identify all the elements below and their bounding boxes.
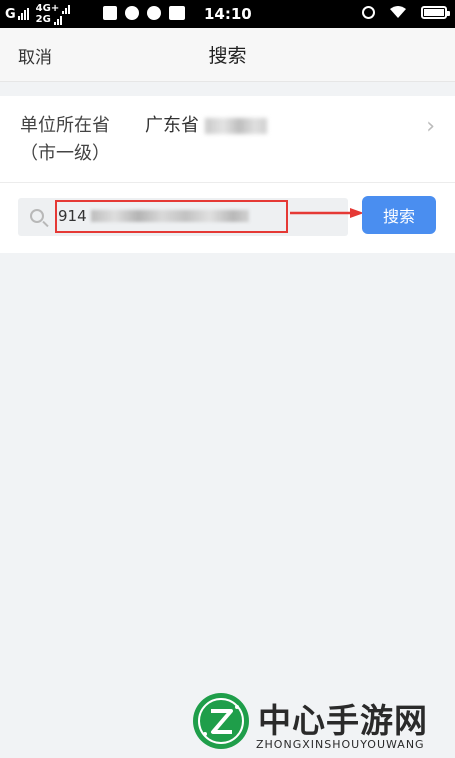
province-value: 广东省 — [145, 112, 267, 140]
wifi-icon — [390, 6, 406, 18]
status-bar: G 4G+ 2G 14:10 — [0, 0, 455, 28]
message-icon — [103, 6, 117, 20]
system-icons — [362, 5, 450, 19]
highlight-box — [55, 200, 288, 233]
search-icon — [30, 209, 44, 223]
watermark-logo-icon — [193, 693, 249, 749]
province-label: 单位所在省（市一级） — [20, 115, 110, 164]
network-bottom-label: 2G — [35, 14, 51, 25]
video-icon — [169, 6, 185, 20]
notification-icons — [103, 6, 193, 20]
signal-group: G 4G+ 2G — [5, 0, 80, 28]
carrier-label: G — [5, 6, 16, 22]
watermark-title: 中心手游网 — [258, 701, 428, 740]
nav-header: 取消 搜索 — [0, 28, 455, 82]
arrow-annotation-icon — [290, 208, 364, 218]
signal-icon — [17, 8, 30, 20]
search-button[interactable]: 搜索 — [362, 196, 436, 234]
city-redacted — [205, 118, 267, 134]
chevron-right-icon: › — [426, 114, 435, 139]
network-type: 4G+ 2G — [36, 3, 78, 25]
province-selector[interactable]: 单位所在省（市一级） 广东省 › — [0, 96, 455, 182]
battery-icon — [421, 5, 450, 19]
clock: 14:10 — [204, 5, 252, 23]
alarm-icon — [362, 5, 375, 19]
network-top-label: 4G+ — [35, 3, 60, 14]
page-title: 搜索 — [208, 45, 247, 67]
watermark-subtitle: ZHONGXINSHOUYOUWANG — [256, 738, 425, 751]
signal-icon — [62, 5, 71, 14]
province-name: 广东省 — [145, 115, 199, 136]
weibo-icon — [147, 6, 161, 20]
signal-icon — [53, 16, 63, 25]
browser-icon — [125, 6, 139, 20]
